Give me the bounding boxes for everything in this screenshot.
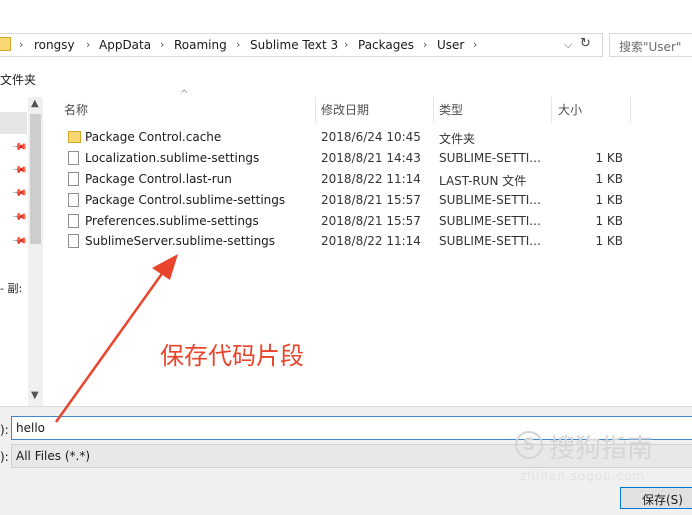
- annotation-arrow-head: [152, 254, 178, 280]
- annotation-arrow-line: [54, 267, 168, 423]
- annotation-arrow-icon: [54, 254, 178, 423]
- annotation-text: 保存代码片段: [160, 342, 304, 370]
